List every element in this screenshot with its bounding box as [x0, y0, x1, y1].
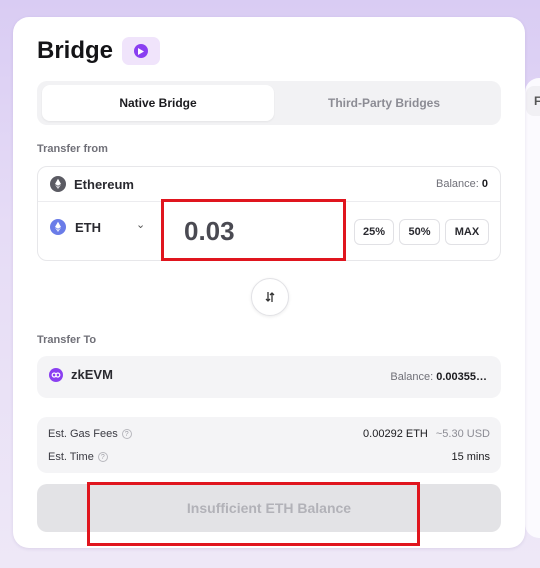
destination-balance: Balance: 0.00355… — [390, 371, 487, 383]
time-label: Est. Time — [48, 451, 94, 463]
amount-input[interactable] — [178, 201, 348, 261]
help-icon[interactable]: ? — [97, 452, 108, 462]
fee-summary: Est. Gas Fees ? 0.00292 ETH ~5.30 USD Es… — [37, 417, 501, 473]
swap-arrows-icon — [265, 292, 275, 302]
destination-chain-name: zkEVM — [71, 367, 113, 382]
play-badge[interactable] — [122, 37, 160, 65]
percent-25-button[interactable]: 25% — [354, 219, 394, 245]
page-title: Bridge — [37, 37, 114, 64]
max-button[interactable]: MAX — [445, 219, 489, 245]
transfer-to-label: Transfer To — [37, 334, 97, 346]
play-icon — [134, 44, 148, 58]
chevron-down-icon: ⌄ — [136, 219, 146, 231]
bridge-card: Bridge Native Bridge Third-Party Bridges… — [13, 17, 525, 548]
source-balance-label: Balance: — [436, 178, 479, 190]
ethereum-icon — [50, 176, 66, 192]
token-name: ETH — [75, 219, 101, 235]
gas-fee-usd: ~5.30 USD — [435, 428, 490, 440]
source-balance-value: 0 — [481, 178, 488, 190]
time-value: 15 mins — [451, 451, 490, 463]
destination-balance-label: Balance: — [390, 371, 434, 383]
submit-button[interactable]: Insufficient ETH Balance — [37, 484, 501, 532]
percent-50-button[interactable]: 50% — [399, 219, 440, 245]
swap-direction-button[interactable] — [251, 278, 289, 316]
transfer-from-label: Transfer from — [37, 143, 108, 155]
time-row: Est. Time ? 15 mins — [48, 451, 490, 467]
tab-third-party-bridges[interactable]: Third-Party Bridges — [268, 85, 500, 121]
gas-fee-label: Est. Gas Fees — [48, 428, 118, 440]
source-balance: Balance: 0 — [436, 178, 488, 190]
destination-chain: zkEVM — [49, 367, 113, 382]
gas-fee-value: 0.00292 ETH — [363, 428, 428, 440]
gas-fee-row: Est. Gas Fees ? 0.00292 ETH ~5.30 USD — [48, 428, 490, 444]
source-chain: Ethereum — [50, 176, 134, 192]
adjacent-panel-tab-label: F — [534, 94, 540, 108]
transfer-from-panel: Ethereum Balance: 0 ETH ⌄ 25% 50% MAX — [37, 166, 501, 261]
destination-balance-value: 0.00355… — [436, 371, 487, 383]
adjacent-panel — [525, 78, 540, 538]
tab-native-bridge[interactable]: Native Bridge — [42, 85, 274, 121]
bridge-type-tabs: Native Bridge Third-Party Bridges — [37, 81, 501, 125]
adjacent-panel-tab[interactable]: F — [526, 86, 540, 116]
source-chain-name: Ethereum — [74, 176, 134, 192]
eth-token-icon — [50, 219, 66, 235]
zkevm-icon — [49, 367, 63, 382]
transfer-to-panel: zkEVM Balance: 0.00355… — [37, 356, 501, 398]
token-select[interactable]: ETH ⌄ — [50, 219, 150, 235]
help-icon[interactable]: ? — [121, 429, 132, 439]
